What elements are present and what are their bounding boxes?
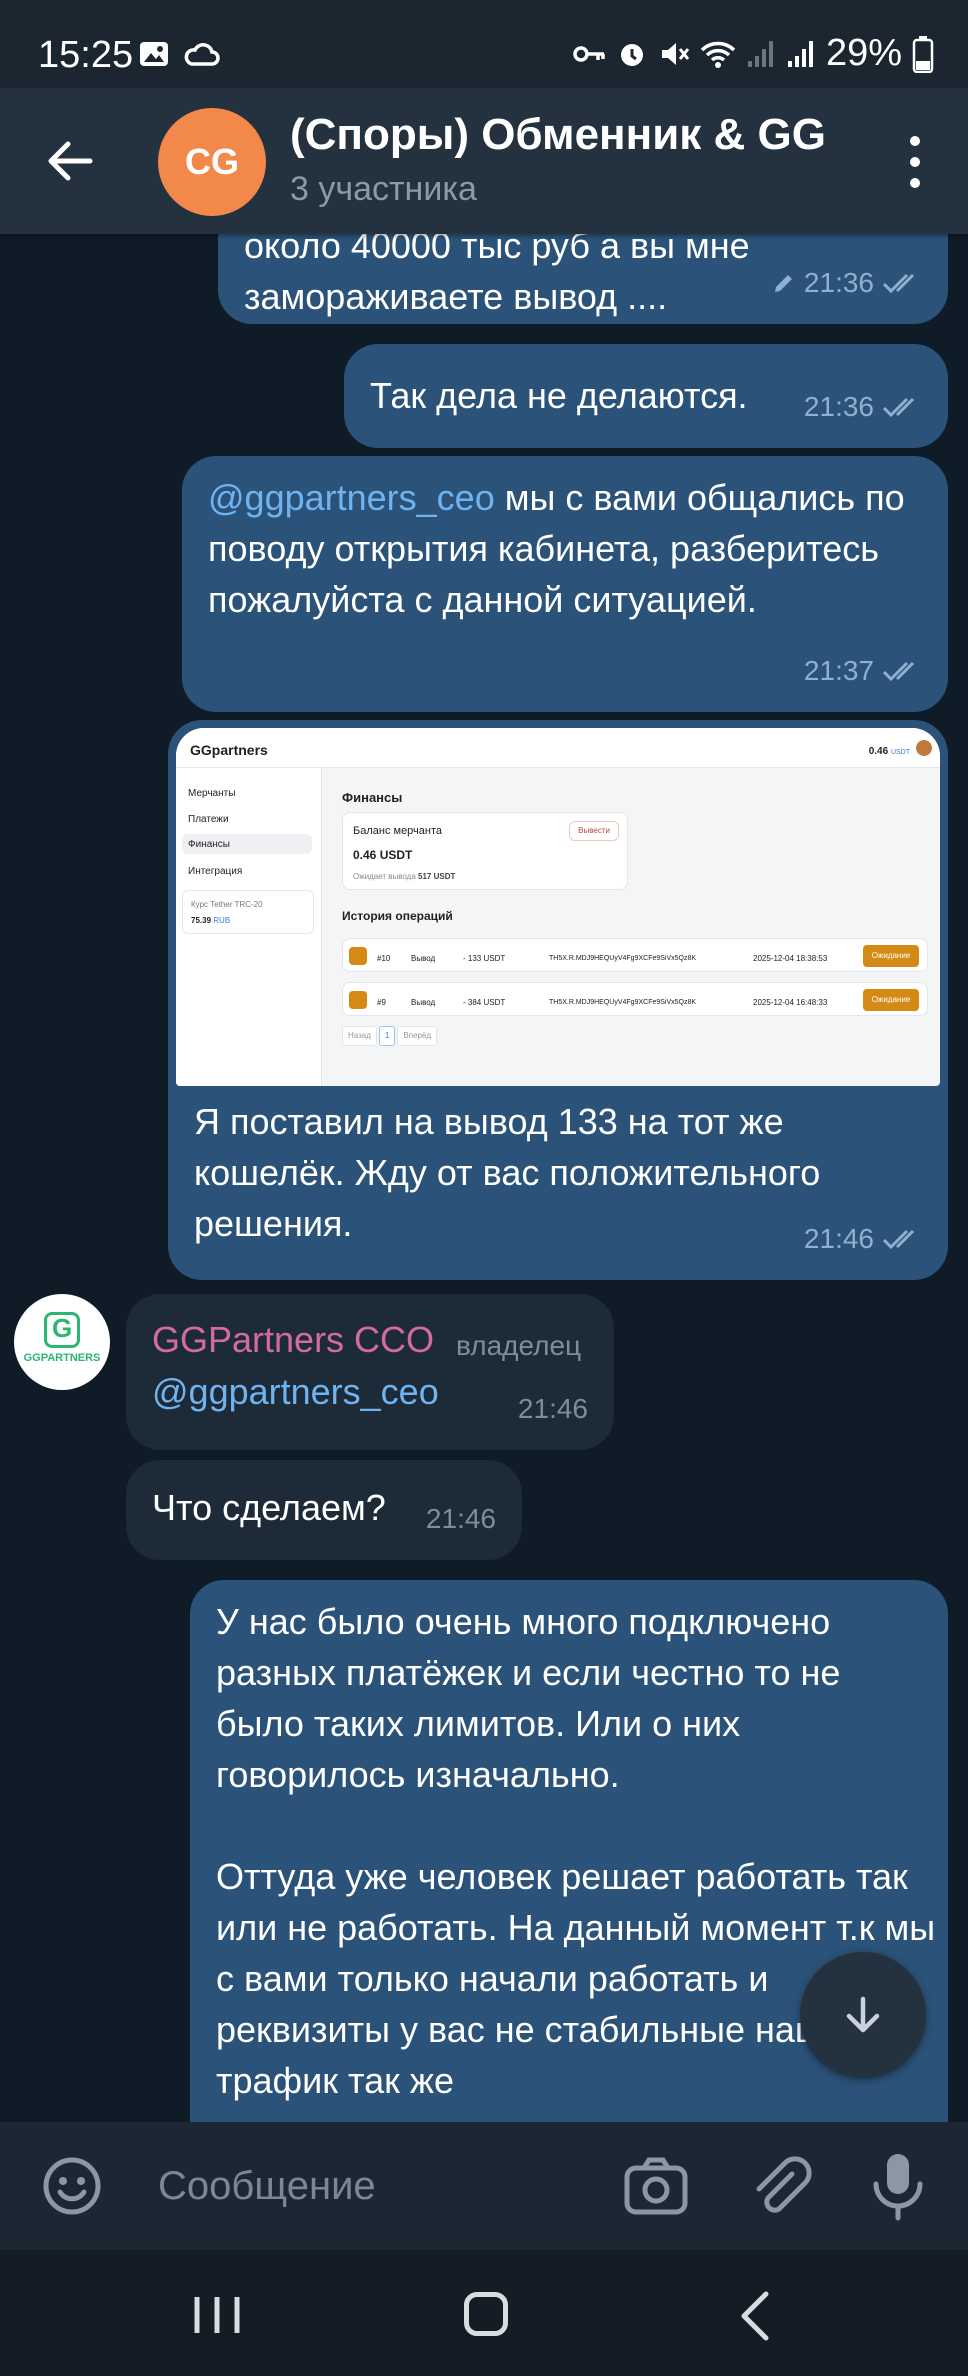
sender-name[interactable]: GGPartners CCO — [152, 1314, 434, 1365]
shot-nav-item: Мерчанты — [188, 788, 236, 799]
more-vertical-icon[interactable] — [892, 136, 938, 188]
shot-card-pending: Ожидает вывода — [353, 872, 416, 881]
message-list[interactable]: около 40000 тыс руб а вы мне замораживае… — [0, 234, 968, 2122]
arrow-down-icon — [846, 1996, 880, 2033]
message-outgoing[interactable]: около 40000 тыс руб а вы мне замораживае… — [218, 234, 948, 324]
avatar-initials: CG — [185, 141, 239, 182]
shot-nav-item: Финансы — [182, 834, 312, 854]
message-outgoing[interactable]: Так дела не делаются. 21:36 — [344, 344, 948, 448]
shot-history-row: #10 Вывод - 133 USDT TH5X.R.MDJ9HEQUyV4F… — [342, 938, 928, 972]
double-check-icon — [882, 1229, 915, 1249]
gallery-icon — [140, 42, 168, 66]
chat-avatar[interactable]: CG — [158, 108, 266, 216]
chat-members-count: 3 участника — [290, 170, 477, 208]
shot-history-row: #9 Вывод - 384 USDT TH5X.R.MDJ9HEQUyV4Fg… — [342, 982, 928, 1016]
shot-row-amount: - 384 USDT — [463, 998, 506, 1007]
shot-row-icon — [349, 947, 367, 965]
shot-row-type: Вывод — [411, 954, 436, 963]
camera-icon[interactable] — [622, 2152, 690, 2220]
shot-row-type: Вывод — [411, 998, 436, 1007]
sender-avatar[interactable]: G GGPARTNERS — [14, 1294, 110, 1390]
shot-rate-label: Курс Tether TRC-20 — [191, 900, 263, 909]
shot-nav-item: Платежи — [188, 814, 229, 825]
chat-title[interactable]: (Споры) Обменник & GG — [290, 110, 826, 160]
double-check-icon — [882, 273, 915, 293]
shot-card-pending-value: 517 USDT — [418, 872, 456, 881]
shot-rate-unit: RUB — [213, 916, 231, 925]
paperclip-icon[interactable] — [746, 2152, 814, 2220]
message-text: У нас было очень много подключено разных… — [216, 1601, 841, 1795]
home-icon[interactable] — [464, 2292, 508, 2336]
shot-user-avatar — [916, 740, 932, 756]
shot-pager-prev: Назад — [342, 1026, 377, 1046]
shot-row-date: 2025-12-04 16:48:33 — [753, 998, 828, 1007]
message-input[interactable] — [158, 2158, 578, 2214]
shot-section-title: Финансы — [342, 790, 403, 805]
message-time: 21:46 — [517, 1393, 588, 1424]
mention-link[interactable]: @ggpartners_ceo — [208, 477, 495, 518]
shot-history-title: История операций — [342, 909, 453, 923]
message-text: Что сделаем? — [152, 1487, 386, 1528]
shot-row-date: 2025-12-04 18:38:53 — [753, 954, 828, 963]
scroll-down-button[interactable] — [800, 1952, 926, 2078]
battery-icon — [912, 35, 934, 73]
message-time: 21:37 — [803, 655, 874, 686]
edited-pencil-icon — [774, 274, 792, 292]
mute-icon — [661, 42, 690, 65]
shot-top-balance-unit: USDT — [890, 749, 910, 756]
signal-icon-2 — [787, 40, 813, 67]
double-check-icon — [882, 397, 915, 417]
shot-row-id: #10 — [377, 954, 391, 963]
chat-header: CG (Споры) Обменник & GG 3 участника — [0, 88, 968, 234]
message-time: 21:46 — [803, 1223, 874, 1254]
back-arrow-icon[interactable] — [38, 128, 104, 194]
shot-pager: Назад 1 Вперёд — [342, 1026, 438, 1046]
shot-row-amount: - 133 USDT — [463, 954, 506, 963]
signal-icon — [747, 40, 773, 67]
microphone-icon[interactable] — [866, 2150, 930, 2222]
recent-apps-icon[interactable] — [192, 2294, 242, 2336]
system-nav-bar — [0, 2250, 968, 2376]
sender-role-badge: владелец — [456, 1330, 582, 1361]
shot-pager-next: Вперёд — [397, 1026, 438, 1046]
shot-row-icon — [349, 991, 367, 1009]
status-time: 15:25 — [38, 34, 134, 76]
key-icon — [573, 45, 605, 62]
cloud-icon — [184, 43, 220, 66]
wifi-icon — [700, 41, 736, 68]
mention-link[interactable]: @ggpartners_ceo — [152, 1366, 439, 1417]
message-text-line: около 40000 тыс руб а вы мне — [244, 234, 750, 266]
shot-logo: GGpartners — [190, 742, 268, 758]
message-text: Так дела не делаются. — [370, 375, 748, 416]
emoji-icon[interactable] — [40, 2154, 104, 2218]
shot-card-balance: 0.46 USDT — [353, 848, 413, 862]
alarm-icon — [620, 43, 643, 66]
shot-top-balance: 0.46 — [868, 746, 889, 757]
message-composer — [0, 2122, 968, 2250]
shot-rate-value: 75.39 — [191, 916, 212, 925]
attached-screenshot[interactable]: GGpartners 0.46 USDT Мерчанты Платежи Фи… — [176, 728, 940, 1086]
battery-percent: 29% — [825, 32, 902, 74]
double-check-icon — [882, 661, 915, 681]
message-incoming[interactable]: GGPartners CCO владелец @ggpartners_ceo … — [126, 1294, 614, 1450]
shot-card-button: Вывести — [569, 821, 619, 841]
shot-row-id: #9 — [377, 998, 386, 1007]
message-outgoing-photo[interactable]: GGpartners 0.46 USDT Мерчанты Платежи Фи… — [168, 720, 948, 1280]
shot-row-status: Ожидание — [863, 989, 919, 1011]
shot-row-wallet: TH5X.R.MDJ9HEQUyV4Fg9XCFe9SiVx5Qz8K — [549, 955, 697, 962]
message-outgoing[interactable]: @ggpartners_ceo мы с вами общались по по… — [182, 456, 948, 712]
shot-row-status: Ожидание — [863, 945, 919, 967]
system-back-icon[interactable] — [736, 2290, 776, 2342]
message-text-line: замораживаете вывод .... — [244, 276, 668, 317]
message-time: 21:46 — [425, 1503, 496, 1534]
shot-pager-page: 1 — [378, 1026, 396, 1046]
message-time: 21:36 — [803, 267, 874, 298]
shot-row-wallet: TH5X.R.MDJ9HEQUyV4Fg9XCFe9SiVx5Qz8K — [549, 999, 697, 1006]
shot-nav-item: Интеграция — [188, 866, 243, 877]
shot-card-title: Баланс мерчанта — [353, 825, 443, 837]
status-bar: 15:25 29% — [0, 0, 968, 88]
message-incoming[interactable]: Что сделаем? 21:46 — [126, 1460, 522, 1560]
message-time: 21:36 — [803, 391, 874, 422]
